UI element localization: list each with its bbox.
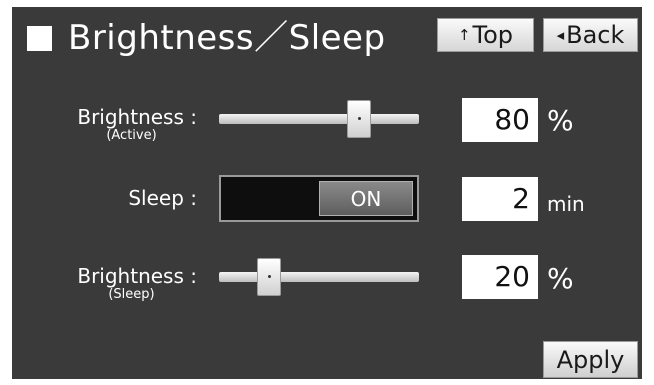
left-triangle-icon: ◂ bbox=[556, 26, 565, 44]
brightness-sleep-value-input[interactable]: 20 bbox=[462, 255, 538, 299]
up-arrow-icon: ↑ bbox=[457, 26, 471, 44]
brightness-sleep-slider-thumb[interactable] bbox=[257, 258, 281, 296]
slider-grip-dot bbox=[358, 117, 361, 120]
brightness-active-label-text: Brightness : bbox=[77, 105, 197, 129]
sleep-label-text: Sleep : bbox=[128, 186, 197, 210]
brightness-sleep-sublabel: (Sleep) bbox=[108, 287, 155, 302]
top-button[interactable]: ↑ Top bbox=[437, 18, 534, 52]
sleep-toggle[interactable]: ON bbox=[219, 175, 419, 222]
brightness-active-slider[interactable] bbox=[219, 100, 419, 138]
brightness-active-slider-thumb[interactable] bbox=[347, 100, 371, 138]
brightness-active-value-input[interactable]: 80 bbox=[462, 98, 538, 142]
brightness-sleep-label-text: Brightness : bbox=[77, 264, 197, 288]
apply-button[interactable]: Apply bbox=[543, 341, 638, 378]
sleep-label: Sleep : bbox=[66, 187, 197, 209]
brightness-active-sublabel: (Active) bbox=[106, 128, 157, 143]
sleep-time-value-input[interactable]: 2 bbox=[462, 177, 538, 221]
brightness-sleep-unit: % bbox=[547, 262, 574, 295]
brightness-sleep-label: Brightness : (Sleep) bbox=[66, 265, 197, 303]
title-square-icon bbox=[27, 26, 52, 51]
sleep-time-unit: min bbox=[547, 192, 585, 216]
back-button[interactable]: ◂ Back bbox=[543, 18, 638, 52]
page-title: Brightness／Sleep bbox=[68, 18, 386, 58]
top-button-label: Top bbox=[472, 21, 514, 49]
brightness-active-unit: % bbox=[547, 104, 574, 137]
brightness-active-label: Brightness : (Active) bbox=[66, 106, 197, 144]
sleep-toggle-knob[interactable]: ON bbox=[319, 181, 413, 216]
slider-grip-dot bbox=[268, 275, 271, 278]
back-button-label: Back bbox=[566, 21, 625, 49]
brightness-sleep-slider[interactable] bbox=[219, 258, 419, 296]
